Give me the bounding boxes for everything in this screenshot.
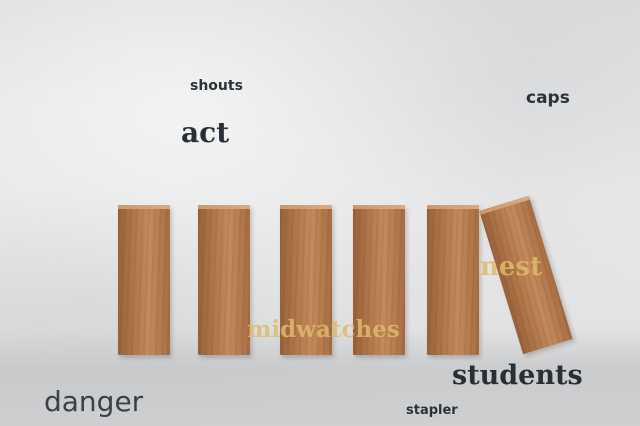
word-stapler: stapler: [406, 403, 458, 418]
wooden-block-1: [118, 205, 170, 355]
word-midwatches: midwatches: [247, 316, 400, 343]
word-students: students: [452, 360, 583, 391]
word-shouts: shouts: [190, 78, 243, 94]
word-danger: danger: [44, 385, 144, 418]
wooden-block-2: [198, 205, 250, 355]
word-act: act: [181, 116, 230, 149]
wooden-block-5: [427, 205, 479, 355]
word-nest: nest: [480, 252, 543, 282]
word-caps: caps: [526, 88, 570, 108]
